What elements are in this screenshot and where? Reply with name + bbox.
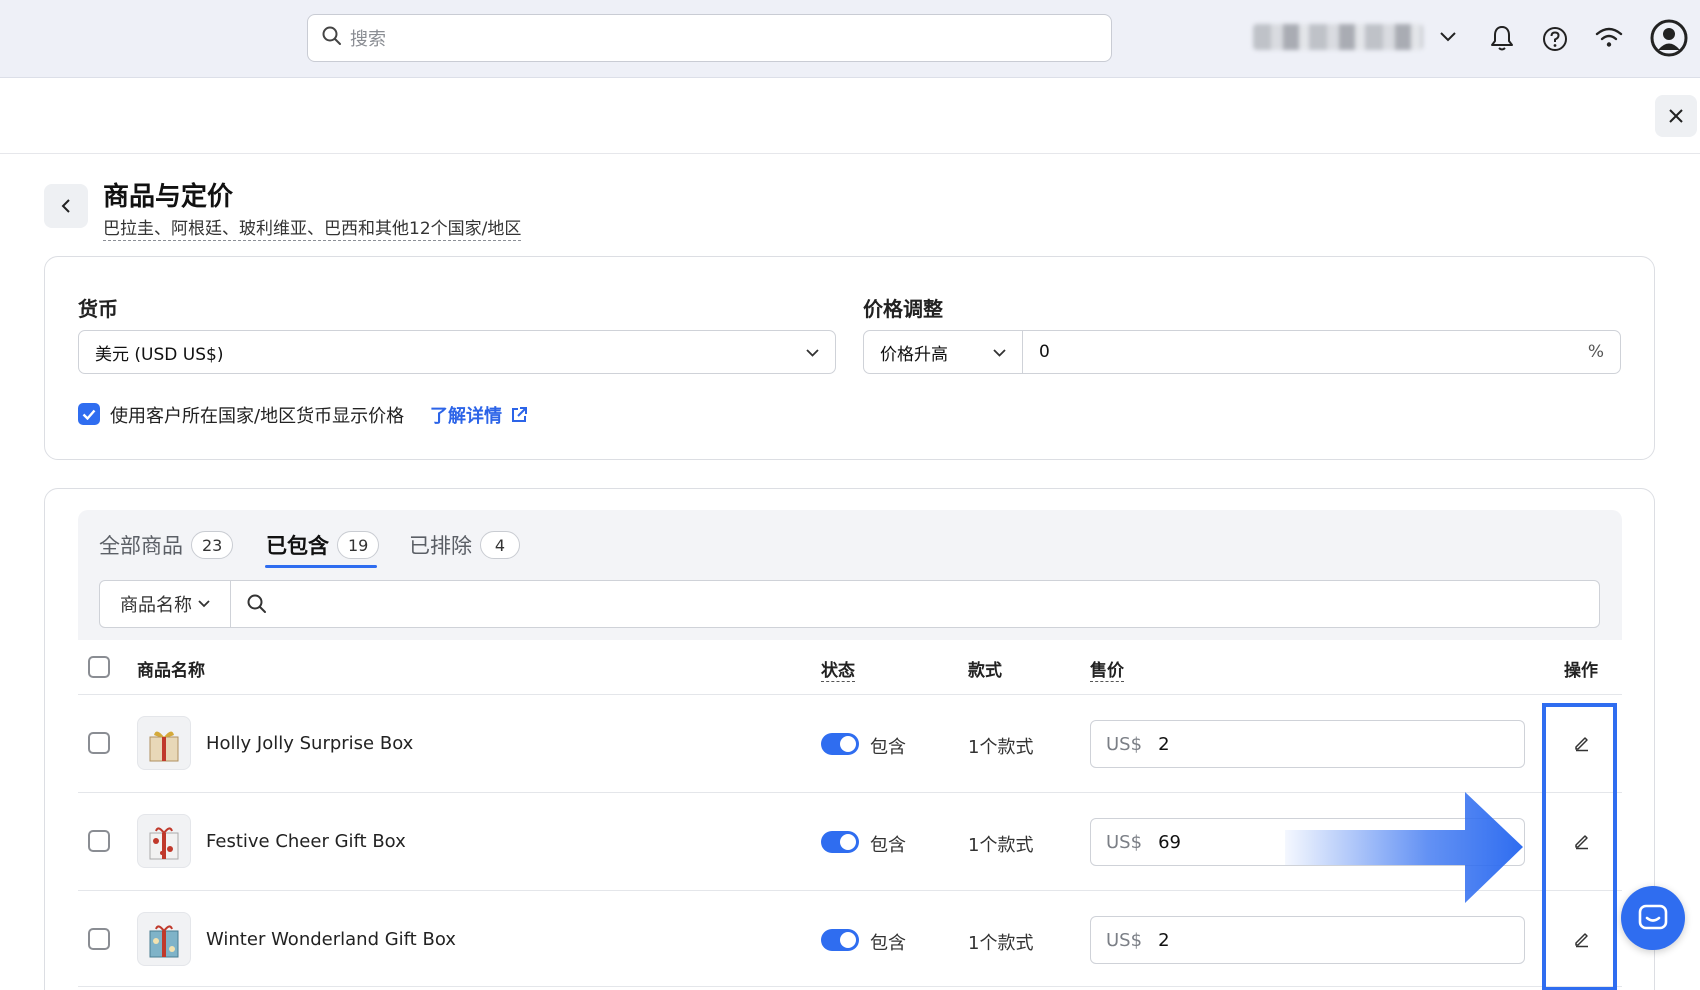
tab-label: 已包含: [266, 534, 329, 558]
header-product-name: 商品名称: [137, 661, 205, 681]
include-toggle[interactable]: [821, 733, 859, 755]
learn-more-link[interactable]: 了解详情: [430, 402, 528, 428]
price-value: 2: [1158, 733, 1170, 755]
search-icon: [247, 594, 266, 613]
chat-icon: [1638, 904, 1668, 930]
search-placeholder: 搜索: [350, 29, 386, 50]
row-checkbox[interactable]: [88, 732, 110, 754]
chat-button[interactable]: [1621, 886, 1685, 950]
chevron-down-icon: [806, 342, 819, 362]
price-adjust-label: 价格调整: [863, 297, 943, 321]
learn-more-text: 了解详情: [430, 406, 502, 427]
active-tab-indicator: [265, 565, 377, 568]
header-status: 状态: [821, 656, 855, 682]
product-filter-bar: 商品名称: [99, 580, 1600, 628]
currency-label: 货币: [78, 297, 118, 321]
filter-field-select[interactable]: 商品名称: [100, 581, 231, 627]
product-thumbnail: [137, 912, 191, 966]
price-adjust-type: 价格升高: [880, 344, 948, 365]
product-name[interactable]: Winter Wonderland Gift Box: [206, 929, 456, 950]
tab-count-badge: 23: [191, 531, 234, 559]
back-button[interactable]: [44, 184, 88, 228]
chevron-down-icon: [198, 600, 210, 608]
tab-count-badge: 4: [480, 531, 520, 559]
user-avatar-icon[interactable]: [1649, 18, 1689, 58]
local-currency-checkbox[interactable]: [78, 403, 100, 425]
annotation-arrow-icon: [1285, 790, 1525, 909]
markets-subtitle[interactable]: 巴拉圭、阿根廷、玻利维亚、巴西和其他12个国家/地区: [103, 214, 522, 241]
header-variants: 款式: [968, 661, 1002, 681]
top-bar: 搜索: [0, 0, 1700, 78]
help-icon[interactable]: [1541, 25, 1569, 53]
tab-included[interactable]: 已包含 19: [266, 530, 380, 560]
tab-label: 已排除: [409, 534, 472, 558]
currency-prefix: US$: [1106, 929, 1143, 951]
tab-label: 全部商品: [99, 534, 183, 558]
header-price: 售价: [1090, 656, 1124, 682]
wifi-icon[interactable]: [1594, 25, 1624, 51]
external-link-icon: [512, 407, 527, 422]
variant-count: 1个款式: [968, 835, 1034, 856]
product-name[interactable]: Holly Jolly Surprise Box: [206, 733, 413, 754]
product-thumbnail: [137, 716, 191, 770]
product-search-input[interactable]: [231, 581, 1599, 627]
price-adjust-value: 0: [1039, 342, 1050, 362]
header-actions: 操作: [1564, 661, 1598, 681]
row-checkbox[interactable]: [88, 830, 110, 852]
variant-count: 1个款式: [968, 933, 1034, 954]
page-title: 商品与定价: [103, 182, 234, 212]
price-value: 2: [1158, 929, 1170, 951]
close-button[interactable]: [1655, 95, 1697, 137]
chevron-left-icon: [61, 199, 70, 213]
table-divider: [78, 694, 1622, 695]
filter-field-label: 商品名称: [120, 595, 192, 616]
chevron-down-icon: [993, 342, 1006, 362]
store-name-blurred[interactable]: [1253, 24, 1423, 50]
global-search-input[interactable]: 搜索: [307, 14, 1112, 62]
row-checkbox[interactable]: [88, 928, 110, 950]
product-thumbnail: [137, 814, 191, 868]
product-name[interactable]: Festive Cheer Gift Box: [206, 831, 406, 852]
status-label: 包含: [870, 835, 906, 856]
search-icon: [322, 26, 342, 50]
price-adjust-input[interactable]: 0 %: [1022, 330, 1621, 374]
price-input[interactable]: US$ 2: [1090, 916, 1525, 964]
tab-all-products[interactable]: 全部商品 23: [99, 530, 234, 560]
tab-excluded[interactable]: 已排除 4: [409, 530, 520, 560]
price-input[interactable]: US$ 2: [1090, 720, 1525, 768]
variant-count: 1个款式: [968, 737, 1034, 758]
currency-value: 美元 (USD US$): [95, 344, 224, 365]
percent-unit: %: [1587, 342, 1604, 362]
include-toggle[interactable]: [821, 831, 859, 853]
include-toggle[interactable]: [821, 929, 859, 951]
bell-icon[interactable]: [1488, 24, 1516, 52]
price-value: 69: [1158, 831, 1181, 853]
currency-prefix: US$: [1106, 831, 1143, 853]
check-icon: [82, 409, 96, 420]
currency-select[interactable]: 美元 (USD US$): [78, 330, 836, 374]
currency-prefix: US$: [1106, 733, 1143, 755]
close-icon: [1669, 109, 1683, 123]
local-currency-label: 使用客户所在国家/地区货币显示价格: [110, 406, 405, 427]
actions-column-highlight: [1542, 703, 1617, 990]
tab-count-badge: 19: [337, 531, 380, 559]
row-divider: [78, 986, 1622, 987]
dialog-header: [0, 78, 1700, 154]
price-adjust-type-select[interactable]: 价格升高: [863, 330, 1023, 374]
status-label: 包含: [870, 737, 906, 758]
select-all-checkbox[interactable]: [88, 656, 110, 678]
chevron-down-icon[interactable]: [1437, 26, 1459, 48]
status-label: 包含: [870, 933, 906, 954]
